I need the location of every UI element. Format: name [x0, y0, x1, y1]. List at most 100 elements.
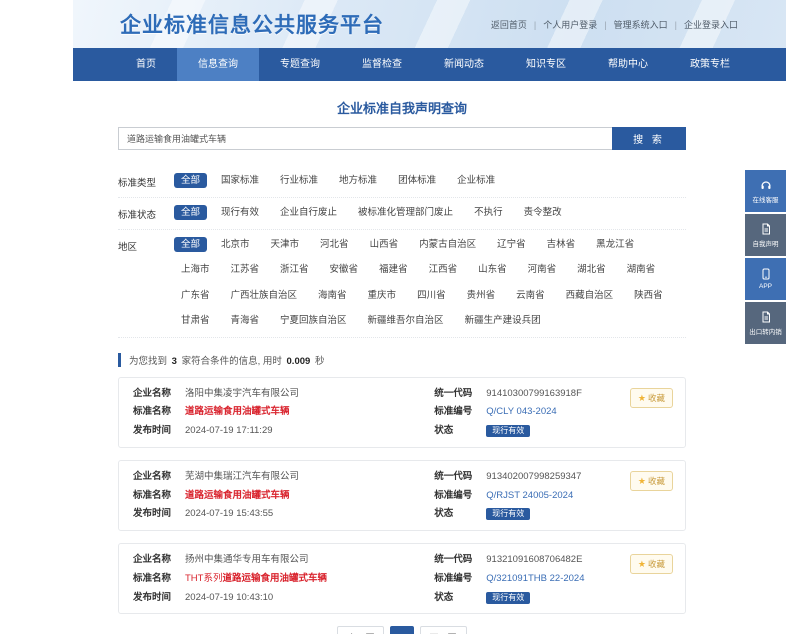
filter-region-option[interactable]: 青海省	[224, 313, 267, 328]
next-page-button[interactable]: 下一页	[420, 626, 467, 634]
filter-status-option[interactable]: 全部	[174, 205, 207, 220]
page: 企业标准信息公共服务平台 返回首页 个人用户登录 管理系统入口 企业登录入口 首…	[73, 0, 786, 634]
company-label: 企业名称	[133, 387, 185, 401]
search-button[interactable]: 搜 索	[612, 127, 686, 150]
nav-policy[interactable]: 政策专栏	[669, 48, 751, 81]
filter-region-options: 全部 北京市 天津市 河北省 山西省 内蒙古自治区 辽宁省 吉林省 黑龙江省 上…	[174, 237, 686, 329]
filter-region-option[interactable]: 江西省	[422, 262, 465, 277]
status-badge: 现行有效	[486, 592, 530, 604]
standard-label: 标准名称	[133, 572, 185, 586]
main-content: 企业标准自我声明查询 搜 索 标准类型 全部 国家标准 行业标准 地方标准 团体…	[118, 98, 686, 634]
status-badge: 现行有效	[486, 425, 530, 437]
filter-region-option[interactable]: 黑龙江省	[589, 237, 641, 252]
filter-type-option[interactable]: 地方标准	[332, 173, 384, 188]
filter-status-option[interactable]: 企业自行废止	[273, 205, 344, 220]
filter-region-option[interactable]: 广东省	[174, 288, 217, 303]
prev-page-button[interactable]: 上一页	[337, 626, 384, 634]
filter-region-option[interactable]: 天津市	[264, 237, 307, 252]
filter-region-option[interactable]: 广西壮族自治区	[224, 288, 305, 303]
status-badge: 现行有效	[486, 508, 530, 520]
self-declaration-button[interactable]: 自我声明	[745, 214, 786, 256]
filter-status-option[interactable]: 被标准化管理部门废止	[351, 205, 460, 220]
app-download-button[interactable]: APP	[745, 258, 786, 300]
search-bar: 搜 索	[118, 127, 686, 150]
filter-region-option[interactable]: 浙江省	[273, 262, 316, 277]
link-personal-login[interactable]: 个人用户登录	[527, 18, 597, 31]
filter-row-standard-status: 标准状态 全部 现行有效 企业自行废止 被标准化管理部门废止 不执行 责令整改	[118, 198, 686, 230]
filter-region-option[interactable]: 上海市	[174, 262, 217, 277]
filter-region-option[interactable]: 西藏自治区	[559, 288, 621, 303]
filter-region-option[interactable]: 安徽省	[323, 262, 366, 277]
search-input[interactable]	[118, 127, 612, 150]
filter-region-option[interactable]: 新疆维吾尔自治区	[361, 313, 451, 328]
filter-region-option[interactable]: 湖南省	[620, 262, 663, 277]
page-number-1[interactable]: 1	[390, 626, 413, 634]
nav-help[interactable]: 帮助中心	[587, 48, 669, 81]
filter-region-option[interactable]: 宁夏回族自治区	[273, 313, 354, 328]
nav-topic-query[interactable]: 专题查询	[259, 48, 341, 81]
star-icon: ★	[638, 393, 646, 403]
phone-icon	[760, 268, 772, 280]
filter-region-option[interactable]: 四川省	[410, 288, 453, 303]
filter-label-standard-type: 标准类型	[118, 173, 174, 189]
company-label: 企业名称	[133, 553, 185, 567]
publish-date-label: 发布时间	[133, 507, 185, 521]
filter-region-option[interactable]: 山西省	[363, 237, 406, 252]
filter-type-option[interactable]: 全部	[174, 173, 207, 188]
standard-label: 标准名称	[133, 405, 185, 419]
favorite-label: 收藏	[648, 559, 665, 569]
nav-info-query[interactable]: 信息查询	[177, 48, 259, 81]
nav-supervision[interactable]: 监督检查	[341, 48, 423, 81]
filter-region-option[interactable]: 河南省	[521, 262, 564, 277]
filter-region-option[interactable]: 陕西省	[627, 288, 670, 303]
filter-type-option[interactable]: 国家标准	[214, 173, 266, 188]
link-return-home[interactable]: 返回首页	[491, 18, 527, 31]
link-enterprise-login[interactable]: 企业登录入口	[668, 18, 738, 31]
filter-type-options: 全部 国家标准 行业标准 地方标准 团体标准 企业标准	[174, 173, 686, 188]
filter-region-option[interactable]: 辽宁省	[490, 237, 533, 252]
filter-region-option[interactable]: 山东省	[471, 262, 514, 277]
filter-type-option[interactable]: 企业标准	[450, 173, 502, 188]
standard-name-prefix: THT系列	[185, 573, 222, 584]
filter-region-option[interactable]: 北京市	[214, 237, 257, 252]
filter-region-option[interactable]: 江苏省	[224, 262, 267, 277]
standard-number-link[interactable]: Q/321091THB 22-2024	[486, 572, 584, 586]
favorite-button[interactable]: ★收藏	[630, 554, 673, 574]
unified-code: 91410300799163918F	[486, 387, 582, 401]
export-to-domestic-button[interactable]: 出口转内销	[745, 302, 786, 344]
star-icon: ★	[638, 559, 646, 569]
filter-region-option[interactable]: 全部	[174, 237, 207, 252]
favorite-button[interactable]: ★收藏	[630, 471, 673, 491]
favorite-button[interactable]: ★收藏	[630, 388, 673, 408]
nav-knowledge[interactable]: 知识专区	[505, 48, 587, 81]
filter-region-option[interactable]: 甘肃省	[174, 313, 217, 328]
pagination: 上一页 1 下一页	[118, 626, 686, 634]
filter-region-option[interactable]: 内蒙古自治区	[412, 237, 483, 252]
filter-region-option[interactable]: 河北省	[313, 237, 356, 252]
filter-status-option[interactable]: 现行有效	[214, 205, 266, 220]
document-icon	[760, 223, 772, 235]
standard-number-link[interactable]: Q/CLY 043-2024	[486, 405, 556, 419]
filter-region-option[interactable]: 吉林省	[540, 237, 583, 252]
online-service-label: 在线客服	[753, 194, 779, 204]
standard-number-link[interactable]: Q/RJST 24005-2024	[486, 489, 573, 503]
filter-type-option[interactable]: 行业标准	[273, 173, 325, 188]
nav-news[interactable]: 新闻动态	[423, 48, 505, 81]
online-service-button[interactable]: 在线客服	[745, 170, 786, 212]
results-time: 0.009	[287, 356, 311, 367]
filter-region-option[interactable]: 云南省	[509, 288, 552, 303]
company-name: 芜湖中集瑞江汽车有限公司	[185, 470, 299, 484]
filter-status-option[interactable]: 责令整改	[517, 205, 569, 220]
filter-region-option[interactable]: 贵州省	[460, 288, 503, 303]
top-header: 企业标准信息公共服务平台 返回首页 个人用户登录 管理系统入口 企业登录入口	[73, 0, 786, 48]
filter-type-option[interactable]: 团体标准	[391, 173, 443, 188]
filter-region-option[interactable]: 新疆生产建设兵团	[458, 313, 548, 328]
filter-region-option[interactable]: 福建省	[372, 262, 415, 277]
filter-region-option[interactable]: 湖北省	[570, 262, 613, 277]
publish-date: 2024-07-19 17:11:29	[185, 424, 273, 438]
filter-region-option[interactable]: 重庆市	[361, 288, 404, 303]
filter-status-option[interactable]: 不执行	[467, 205, 510, 220]
nav-home[interactable]: 首页	[115, 48, 177, 81]
link-admin-entry[interactable]: 管理系统入口	[597, 18, 667, 31]
filter-region-option[interactable]: 海南省	[311, 288, 354, 303]
